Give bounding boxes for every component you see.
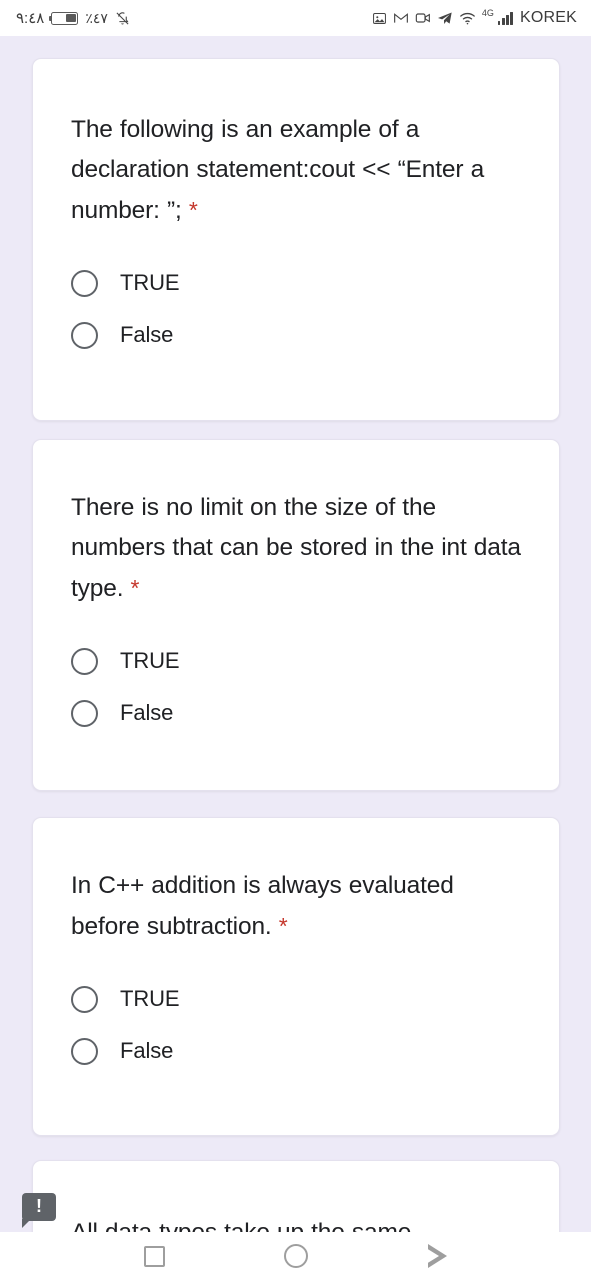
- radio-icon-true-3[interactable]: [71, 985, 98, 1013]
- option-label-false-2: False: [120, 700, 174, 725]
- status-bar-clock: ٩:٤٨: [16, 9, 45, 27]
- carrier-label: KOREK: [519, 9, 577, 26]
- option-row-false-1[interactable]: False: [71, 309, 521, 361]
- option-row-false-3[interactable]: False: [71, 1025, 521, 1077]
- required-asterisk-1: *: [188, 197, 198, 223]
- telegram-icon: [437, 11, 453, 26]
- status-bar-left: ٩:٤٨ ٪٤٧: [16, 11, 130, 26]
- bell-off-icon: [115, 11, 130, 26]
- question-title-4: All data types take up the same: [71, 1161, 521, 1232]
- radio-icon-false-3[interactable]: [71, 1037, 98, 1065]
- google-form-scroll-area[interactable]: The following is an example of a declara…: [0, 36, 591, 1232]
- signal-bars-icon: [497, 11, 513, 25]
- option-label-true-2: TRUE: [120, 648, 180, 673]
- option-row-true-1[interactable]: TRUE: [71, 257, 521, 309]
- home-icon[interactable]: [284, 1244, 309, 1268]
- radio-icon-false-2[interactable]: [71, 699, 98, 727]
- option-label-true-3: TRUE: [120, 986, 180, 1011]
- question-title-3: In C++ addition is always evaluated befo…: [71, 818, 521, 947]
- options-group-1[interactable]: TRUE False: [71, 257, 521, 361]
- option-row-false-2[interactable]: False: [71, 687, 521, 739]
- photo-icon: [372, 11, 387, 26]
- status-bar-right: 4G KOREK: [372, 7, 577, 26]
- gmail-icon: [393, 10, 409, 26]
- status-bar: ٩:٤٨ ٪٤٧ 4G KOREK: [0, 0, 591, 36]
- question-text-3: In C++ addition is always evaluated befo…: [71, 872, 454, 940]
- wifi-icon: [459, 11, 476, 25]
- required-warning-badge[interactable]: !: [22, 1193, 56, 1228]
- network-generation-label: 4G: [481, 7, 494, 18]
- question-card-2[interactable]: There is no limit on the size of the num…: [32, 439, 560, 791]
- radio-icon-true-1[interactable]: [71, 269, 98, 297]
- question-card-1[interactable]: The following is an example of a declara…: [32, 58, 560, 421]
- radio-icon-true-2[interactable]: [71, 647, 98, 675]
- question-text-1: The following is an example of a declara…: [71, 116, 485, 224]
- video-camera-icon: [415, 11, 431, 25]
- exclamation-icon: !: [36, 1196, 42, 1216]
- option-label-true-1: TRUE: [120, 270, 180, 295]
- question-text-4: All data types take up the same: [71, 1219, 411, 1232]
- required-asterisk-2: *: [130, 575, 140, 601]
- question-title-2: There is no limit on the size of the num…: [71, 440, 521, 609]
- android-navigation-bar: [0, 1232, 591, 1280]
- options-group-3[interactable]: TRUE False: [71, 973, 521, 1077]
- recent-apps-icon[interactable]: [143, 1245, 165, 1267]
- battery-percent-label: ٪٤٧: [85, 10, 108, 26]
- back-icon[interactable]: [426, 1244, 448, 1268]
- option-label-false-3: False: [120, 1038, 174, 1063]
- options-group-2[interactable]: TRUE False: [71, 635, 521, 739]
- radio-icon-false-1[interactable]: [71, 321, 98, 349]
- option-row-true-3[interactable]: TRUE: [71, 973, 521, 1025]
- option-label-false-1: False: [120, 322, 174, 347]
- option-row-true-2[interactable]: TRUE: [71, 635, 521, 687]
- question-card-3[interactable]: In C++ addition is always evaluated befo…: [32, 817, 560, 1136]
- battery-icon: [48, 11, 79, 25]
- question-title-1: The following is an example of a declara…: [71, 59, 521, 231]
- required-asterisk-3: *: [278, 913, 288, 939]
- question-card-4[interactable]: All data types take up the same: [32, 1160, 560, 1232]
